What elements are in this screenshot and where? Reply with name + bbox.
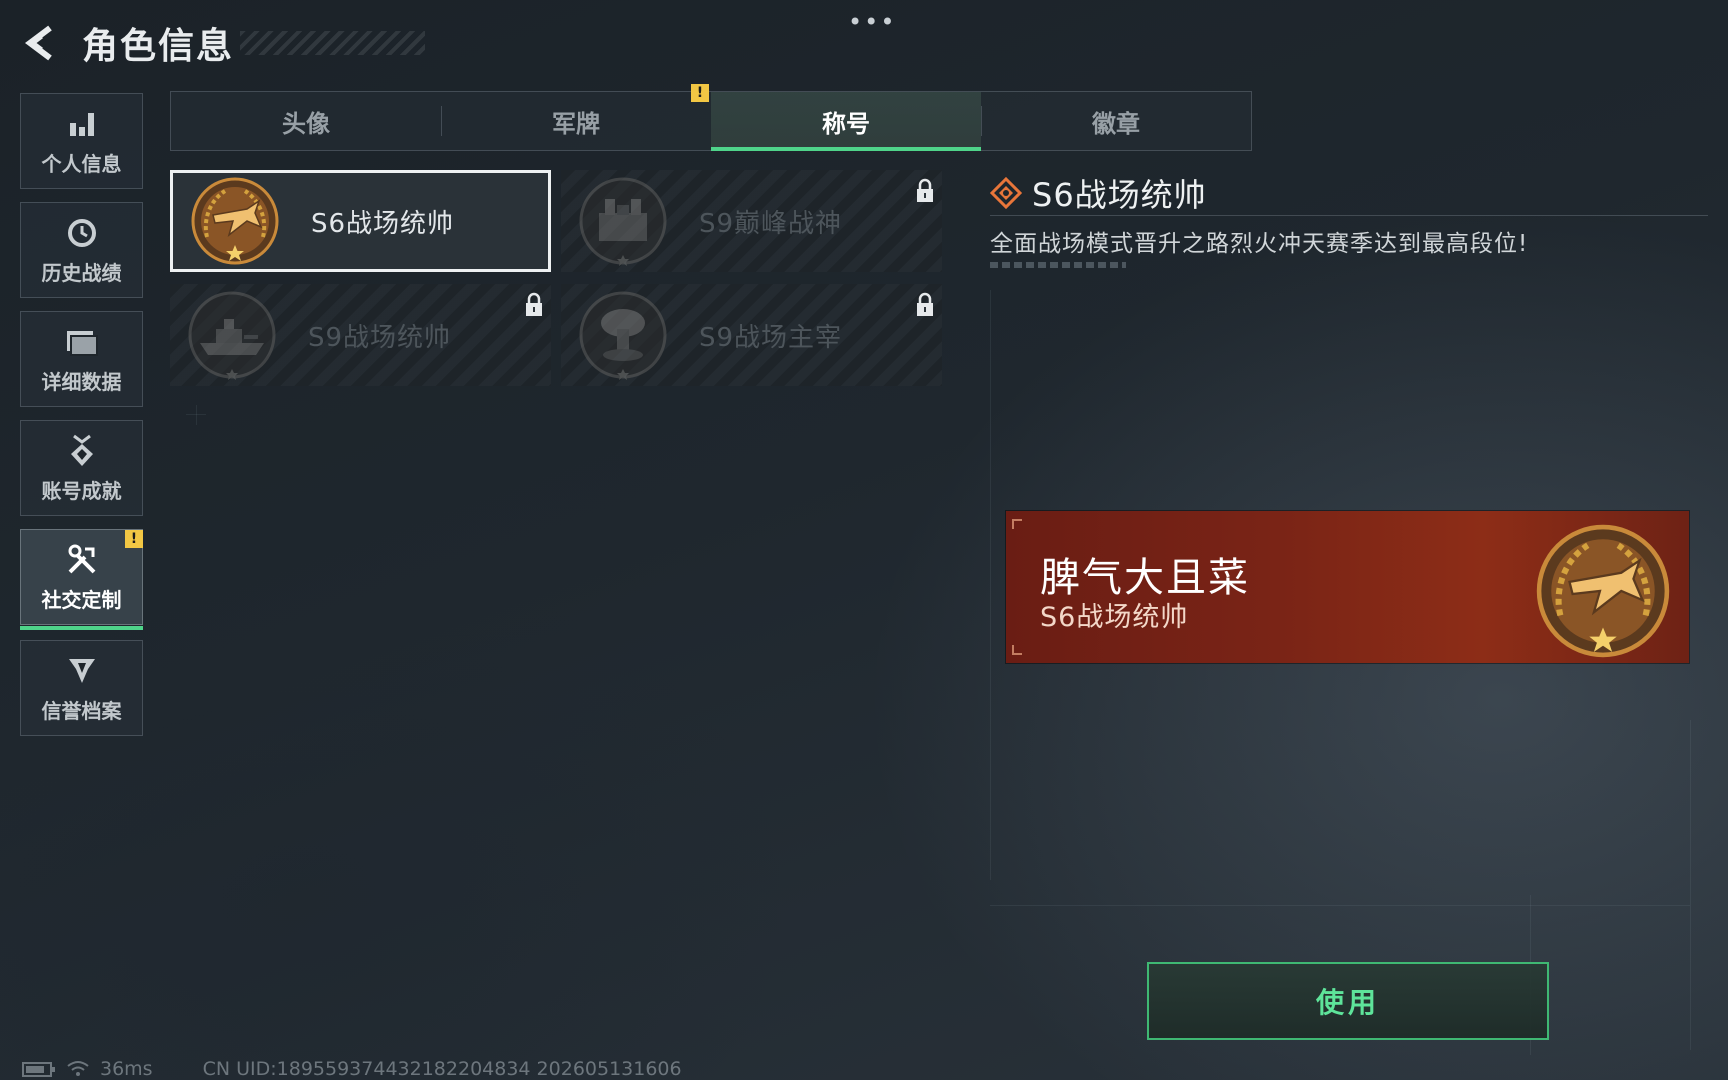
hud-line [186,414,206,415]
mushroom-cloud-emblem-icon [579,291,667,380]
title-card-name: S9战场统帅 [308,322,452,353]
uid-text: CN UID:1895593744321822048​34 2026051316… [202,1058,682,1080]
wifi-icon [67,1061,89,1076]
detail-title-name: S6战场统帅 [1032,176,1207,214]
detail-header: S6战场统帅 [990,170,1207,216]
title-card-name: S9战场主宰 [699,322,843,353]
use-button[interactable]: 使用 [1147,962,1549,1040]
alert-badge: ! [691,84,709,102]
title-card-name: S9巅峰战神 [699,208,843,239]
sidebar-item-details[interactable]: 详细数据 [20,311,143,407]
title-card-name: S6战场统帅 [311,208,455,239]
title-card[interactable]: S9战场主宰 [561,284,942,386]
divider [990,215,1708,216]
player-title: S6战场统帅 [1040,602,1189,633]
sidebar-item-label: 账号成就 [41,478,122,503]
detail-description: 全面战场模式晋升之路烈火冲天赛季达到最高段位! [990,231,1529,257]
sidebar-item-label: 历史战绩 [41,260,122,285]
title-card[interactable]: S9战场统帅 [170,284,551,386]
sidebar-item-label: 信誉档案 [41,698,122,723]
credit-badge-icon [64,653,100,689]
tab-bar: 头像 军牌 称号 徽章 [170,91,1252,151]
more-dots-icon[interactable]: ••• [848,8,896,36]
title-card[interactable]: S6战场统帅 [170,170,551,272]
bar-chart-icon [64,106,100,142]
hud-line [1690,720,1691,1050]
decorative-bar [990,262,1126,268]
sidebar-item-social-custom[interactable]: 社交定制 ! [20,529,143,630]
page-title: 角色信息 [82,26,235,67]
tab-badge[interactable]: 徽章 [981,92,1251,150]
sidebar-item-credit[interactable]: 信誉档案 [20,640,143,736]
back-arrow-icon [25,25,52,61]
hud-line [990,905,1690,906]
folder-icon [64,324,100,360]
sidebar-item-profile[interactable]: 个人信息 [20,93,143,189]
fighter-jet-emblem-icon [1536,524,1670,658]
lock-icon [526,292,542,316]
diamond-rank-icon [990,177,1022,209]
sidebar-item-label: 社交定制 [41,587,122,612]
battery-icon [22,1062,55,1077]
tools-icon [64,542,100,578]
tab-label: 徽章 [1092,109,1140,138]
corner-mark [1012,645,1022,655]
nameplate-preview: 脾气大且菜 S6战场统帅 [1006,511,1689,663]
corner-mark [1012,519,1022,529]
tab-avatar[interactable]: 头像 [171,92,441,150]
title-decoration [240,31,426,55]
sidebar-item-label: 详细数据 [41,369,122,394]
fortress-emblem-icon [579,177,667,266]
sidebar-item-achievements[interactable]: 账号成就 [20,420,143,516]
tab-label: 称号 [822,109,870,138]
back-button[interactable] [20,22,62,64]
tab-label: 军牌 [552,109,600,138]
use-button-label: 使用 [1315,986,1380,1019]
ping-value: 36ms [100,1058,153,1080]
sidebar-item-label: 个人信息 [41,151,122,176]
fighter-jet-emblem-icon [191,177,279,265]
lock-icon [917,292,933,316]
tab-title[interactable]: 称号 [711,92,981,151]
lock-icon [917,178,933,202]
achievement-medal-icon [64,433,100,469]
alert-badge: ! [125,530,143,548]
sidebar-item-history[interactable]: 历史战绩 [20,202,143,298]
hud-line [990,290,991,880]
game-screen: 角色信息 ••• 个人信息 历史战绩 详细数据 账号成就 社交定制 ! 信誉档案… [0,0,1728,1080]
tab-dog-tag[interactable]: 军牌 [441,92,711,150]
page-header: 角色信息 [20,18,426,68]
tab-label: 头像 [282,109,330,138]
history-clock-icon [64,215,100,251]
warship-emblem-icon [188,291,276,380]
hud-line [196,405,197,425]
status-bar: 36ms CN UID:1895593744321822048​34 20260… [22,1058,682,1080]
title-card[interactable]: S9巅峰战神 [561,170,942,272]
